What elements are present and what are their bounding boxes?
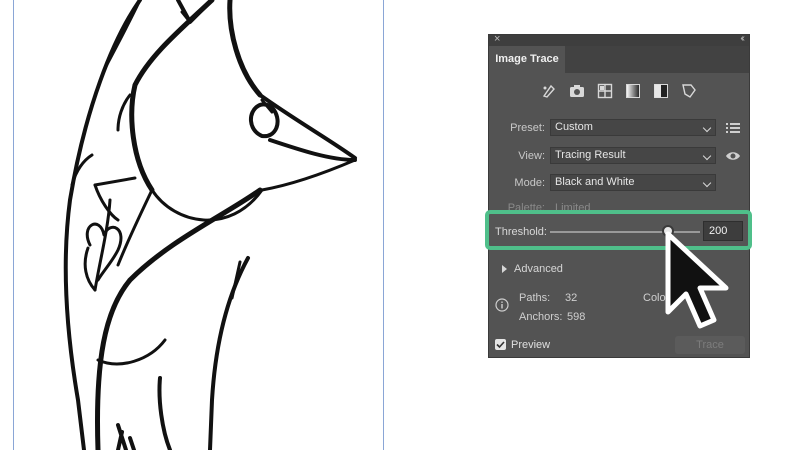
threshold-label: Threshold: (495, 226, 547, 238)
grayscale-icon[interactable] (625, 83, 641, 99)
preset-value: Custom (555, 121, 593, 133)
mode-label: Mode: (514, 177, 545, 189)
low-color-icon[interactable] (597, 83, 613, 99)
paths-label: Paths: (519, 292, 551, 304)
preset-select[interactable]: Custom (550, 119, 716, 136)
high-color-icon[interactable] (569, 83, 585, 99)
preset-menu-icon[interactable] (725, 121, 741, 135)
preview-label: Preview (511, 339, 551, 351)
view-value: Tracing Result (555, 149, 626, 161)
info-icon (495, 298, 509, 312)
trace-button[interactable]: Trace (675, 336, 745, 354)
tab-image-trace[interactable]: Image Trace (489, 46, 565, 73)
mode-value: Black and White (555, 176, 635, 188)
pointer-cursor-icon (665, 231, 729, 329)
anchors-label: Anchors: (519, 311, 563, 323)
outline-icon[interactable] (681, 83, 697, 99)
panel-titlebar[interactable]: × ‹‹ (489, 33, 749, 46)
chevron-down-icon (702, 178, 712, 188)
preset-label: Preset: (510, 122, 545, 134)
chevron-down-icon (702, 123, 712, 133)
fox-artwork[interactable] (0, 0, 400, 450)
advanced-label: Advanced (514, 263, 563, 275)
black-and-white-icon[interactable] (653, 83, 669, 99)
preview-checkbox[interactable] (495, 339, 506, 350)
anchors-value: 598 (567, 311, 586, 323)
mode-select[interactable]: Black and White (550, 174, 716, 191)
close-icon[interactable]: × (494, 33, 500, 45)
auto-color-icon[interactable] (541, 83, 557, 99)
eye-icon[interactable] (725, 149, 741, 163)
paths-value: 32 (565, 292, 578, 304)
advanced-toggle[interactable]: Advanced (502, 263, 563, 275)
view-select[interactable]: Tracing Result (550, 147, 716, 164)
panel-tabstrip: Image Trace (489, 46, 749, 73)
chevron-down-icon (702, 151, 712, 161)
disclosure-triangle-icon (502, 265, 507, 274)
view-label: View: (518, 150, 545, 162)
collapse-icon[interactable]: ‹‹ (740, 33, 744, 44)
